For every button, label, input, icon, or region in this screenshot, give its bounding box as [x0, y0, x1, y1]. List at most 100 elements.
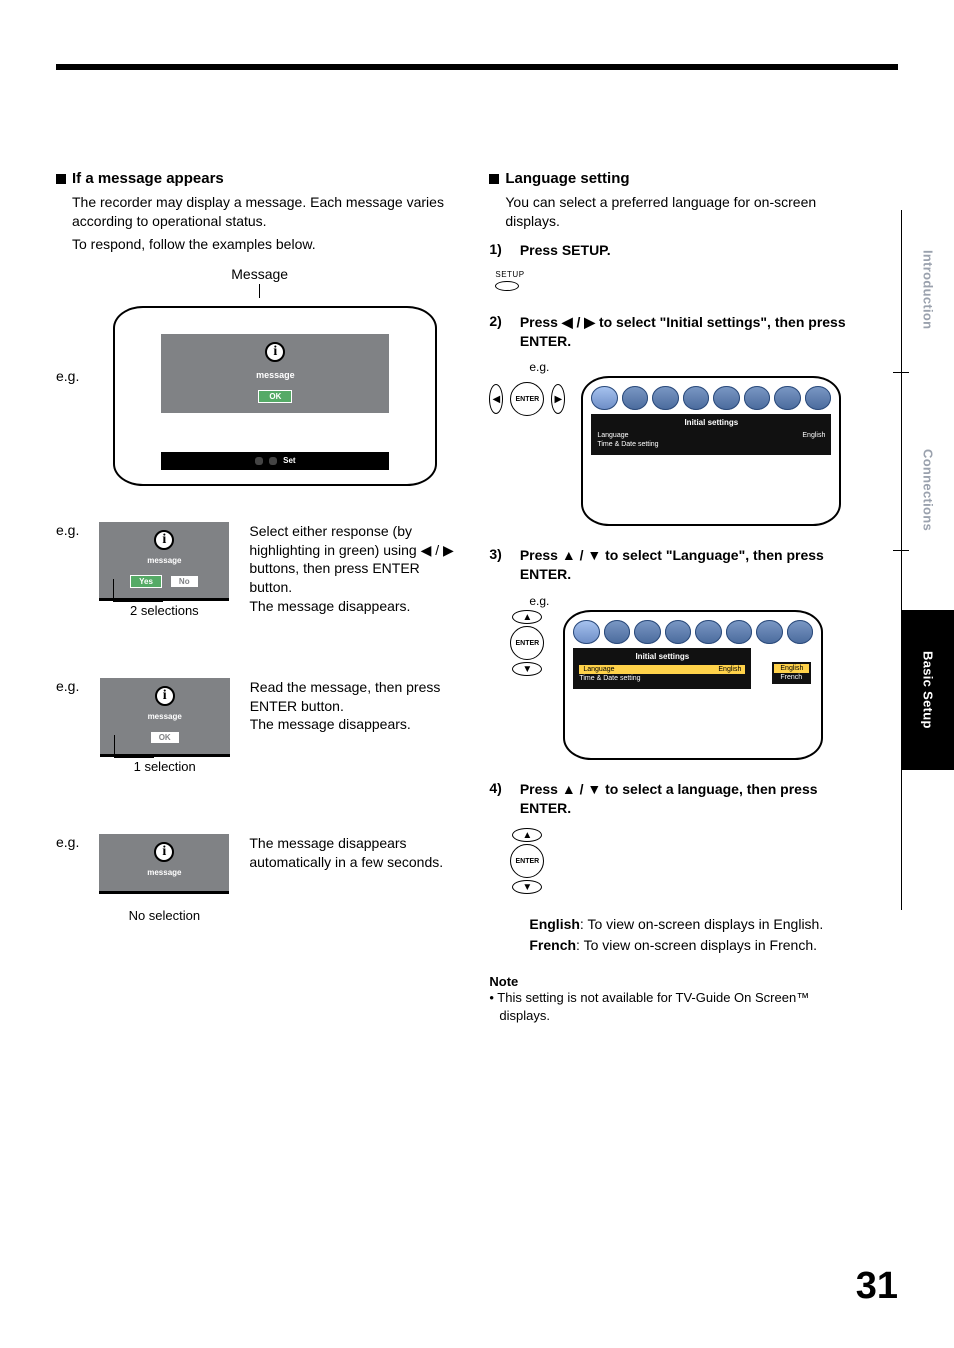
osd-tab-icon — [695, 620, 722, 644]
arrow-ud-icon: ▲ / ▼ — [562, 547, 601, 563]
info-icon: i — [154, 530, 174, 550]
up-arrow-icon[interactable]: ▲ — [512, 828, 542, 842]
caption-0sel: No selection — [129, 908, 201, 923]
tab-label: Basic Setup — [921, 651, 936, 729]
ok-button-small[interactable]: OK — [150, 731, 180, 744]
desc-1sel-b: The message disappears. — [250, 716, 411, 732]
tab-introduction: Introduction — [902, 210, 954, 370]
arrow-lr-icon: ◀ / ▶ — [421, 542, 454, 558]
step-text: Press ◀ / ▶ to select "Initial settings"… — [520, 313, 858, 351]
panel-stack: i message OK 1 selection — [100, 678, 230, 774]
osd-icon-row — [573, 620, 813, 644]
panel-stack: i message Yes No 2 selections — [99, 522, 229, 618]
osd-title: Initial settings — [597, 418, 825, 427]
osd-tab-icon — [805, 386, 832, 410]
down-arrow-icon[interactable]: ▼ — [512, 662, 542, 676]
footer-set-label: Set — [283, 456, 295, 465]
eg-label: e.g. — [56, 834, 79, 850]
right-arrow-icon[interactable]: ▶ — [551, 384, 565, 414]
desc-2sel-c: The message disappears. — [249, 598, 410, 614]
osd-tab-icon — [787, 620, 814, 644]
osd-tab-icon — [573, 620, 600, 644]
osd-row-label: Time & Date setting — [579, 675, 640, 682]
osd-row-value: English — [718, 666, 741, 673]
eg-label: e.g. — [56, 522, 79, 538]
osd-message-box: i message OK — [161, 334, 389, 413]
step4-pre: Press — [520, 781, 562, 797]
ok-button[interactable]: OK — [258, 390, 292, 403]
top-rule — [56, 64, 898, 70]
columns: If a message appears The recorder may di… — [56, 170, 898, 1024]
message-text: message — [105, 556, 223, 565]
osd-tab-icon — [726, 620, 753, 644]
pointer-line — [259, 284, 260, 298]
heading-right: Language setting — [505, 170, 629, 187]
lang-en-label: English — [529, 916, 580, 932]
osd-option-french: French — [774, 673, 809, 682]
step-4: 4) Press ▲ / ▼ to select a language, the… — [489, 780, 858, 818]
up-arrow-icon[interactable]: ▲ — [512, 610, 542, 624]
message-text: message — [161, 370, 389, 380]
osd-screen-step3: Initial settings Language English Time &… — [563, 610, 823, 760]
setup-button-graphic: SETUP — [495, 270, 858, 291]
button-row: OK — [106, 731, 224, 744]
step-1: 1) Press SETUP. — [489, 241, 858, 260]
caption-2sel: 2 selections — [130, 603, 199, 618]
osd-band: Initial settings Language English Time &… — [591, 414, 831, 455]
example-no-selection: e.g. i message No selection The message … — [56, 834, 463, 923]
osd-row-timedate: Time & Date setting — [597, 440, 825, 449]
osd-tab-icon — [683, 386, 710, 410]
arrow-lr-icon: ◀ / ▶ — [562, 314, 595, 330]
side-divider — [901, 210, 902, 910]
note-body: • This setting is not available for TV-G… — [489, 989, 858, 1024]
osd-tab-icon — [713, 386, 740, 410]
bullet-square-icon — [489, 174, 499, 184]
step2-pre: Press — [520, 314, 562, 330]
remote-row-2: ◀ ENTER ▶ — [489, 376, 858, 526]
desc-2sel-a: Select either response (by highlighting … — [249, 523, 416, 558]
osd-row-label: Language — [583, 666, 614, 673]
enter-button-icon[interactable]: ENTER — [510, 382, 544, 416]
section-header-left: If a message appears — [56, 170, 463, 187]
remote-row-3: ▲ ENTER ▼ — [489, 610, 858, 760]
remote-ud-icon[interactable]: ▲ ENTER ▼ — [507, 610, 547, 676]
heading-left: If a message appears — [72, 170, 224, 187]
tab-basic-setup: Basic Setup — [902, 610, 954, 770]
enter-button-icon[interactable]: ENTER — [510, 626, 544, 660]
message-text: message — [106, 712, 224, 721]
page-number: 31 — [856, 1265, 898, 1308]
tv-screen: i message OK Set — [113, 306, 437, 486]
down-arrow-icon[interactable]: ▼ — [512, 880, 542, 894]
language-descriptions: English: To view on-screen displays in E… — [529, 914, 858, 956]
osd-panel-0sel: i message — [99, 834, 229, 891]
side-tabs: Introduction Connections Basic Setup — [902, 210, 954, 770]
no-button[interactable]: No — [170, 575, 199, 588]
left-arrow-icon[interactable]: ◀ — [489, 384, 503, 414]
osd-tab-icon — [756, 620, 783, 644]
step-text: Press ▲ / ▼ to select a language, then p… — [520, 780, 858, 818]
step-2: 2) Press ◀ / ▶ to select "Initial settin… — [489, 313, 858, 351]
left-intro-1: The recorder may display a message. Each… — [72, 193, 463, 231]
tab-label: Connections — [921, 449, 936, 531]
step-text: Press ▲ / ▼ to select "Language", then p… — [520, 546, 858, 584]
tv-frame-large: i message OK Set — [105, 298, 445, 494]
osd-tab-icon — [652, 386, 679, 410]
osd-screen-step2: Initial settings Language English Time &… — [581, 376, 841, 526]
osd-row-timedate: Time & Date setting — [579, 674, 745, 683]
footer-icon — [269, 457, 277, 465]
osd-band: Initial settings Language English Time &… — [573, 648, 751, 689]
osd-tab-icon — [591, 386, 618, 410]
setup-button-icon[interactable] — [495, 281, 519, 291]
remote-ud-icon[interactable]: ▲ ENTER ▼ — [507, 828, 547, 894]
osd-row-language: Language English — [597, 431, 825, 440]
osd-row-value: English — [802, 432, 825, 439]
yes-button[interactable]: Yes — [130, 575, 162, 588]
info-icon: i — [155, 686, 175, 706]
desc-0sel: The message disappears automatically in … — [249, 834, 463, 872]
button-row: Yes No — [105, 575, 223, 588]
step-3: 3) Press ▲ / ▼ to select "Language", the… — [489, 546, 858, 584]
remote-lr-icon[interactable]: ◀ ENTER ▶ — [489, 376, 565, 422]
step-text: Press SETUP. — [520, 241, 858, 260]
eg-label: e.g. — [529, 594, 858, 608]
enter-button-icon[interactable]: ENTER — [510, 844, 544, 878]
